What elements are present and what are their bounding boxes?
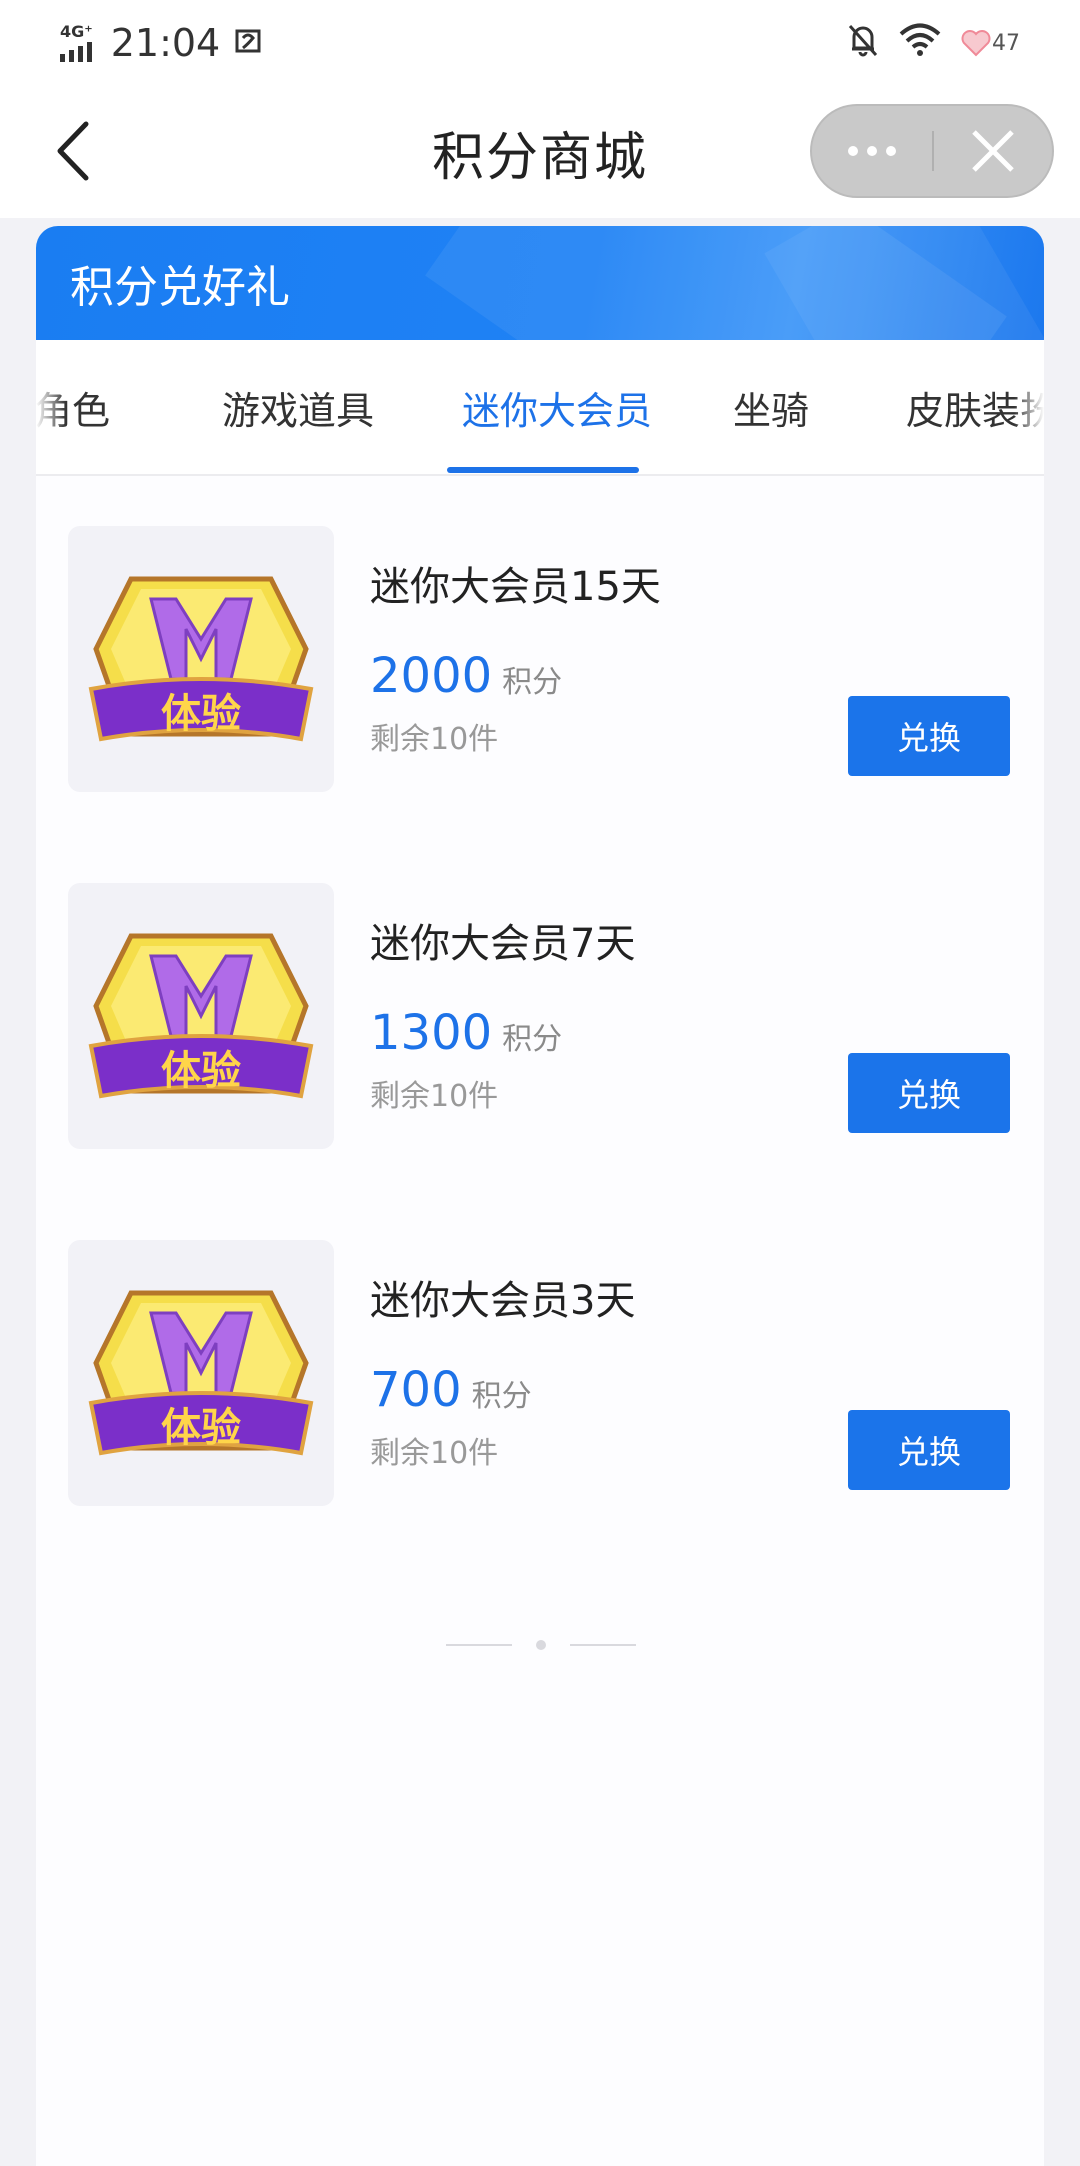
mini-program-capsule: [810, 104, 1054, 198]
price-value: 2000: [370, 648, 493, 704]
more-dots-icon: [848, 146, 896, 156]
signal-icon: 4G⁺: [60, 24, 93, 62]
tabs-fade-left: [36, 340, 66, 474]
product-image: 体验: [68, 883, 334, 1149]
product-price: 1300 积分: [370, 1005, 562, 1061]
product-name: 迷你大会员3天: [370, 1278, 636, 1324]
product-item[interactable]: 体验 迷你大会员7天 1300 积分 剩余10件 兑换: [36, 883, 1044, 1149]
vip-badge-icon: 体验: [88, 576, 314, 742]
status-left: 4G⁺ 21:04: [60, 21, 264, 65]
clock: 21:04: [110, 21, 221, 65]
price-unit: 积分: [502, 665, 563, 700]
product-stock: 剩余10件: [370, 722, 499, 757]
price-unit: 积分: [502, 1022, 563, 1057]
price-value: 700: [370, 1362, 462, 1418]
svg-text:体验: 体验: [161, 1048, 241, 1094]
tab-mounts[interactable]: 坐骑: [733, 380, 809, 435]
wifi-icon: [898, 23, 942, 63]
close-button[interactable]: [934, 106, 1052, 196]
price-unit: 积分: [471, 1379, 532, 1414]
vip-badge-icon: 体验: [88, 1290, 314, 1456]
mall-card: 积分兑好礼 角色 游戏道具 迷你大会员 坐骑 皮肤装扮 体验 迷你大会员15天 …: [36, 226, 1044, 2166]
battery-level: 47: [992, 30, 1020, 56]
product-name: 迷你大会员7天: [370, 921, 636, 967]
tab-mini-vip[interactable]: 迷你大会员: [462, 380, 652, 435]
product-price: 2000 积分: [370, 648, 562, 704]
bell-off-icon: [846, 22, 880, 64]
vip-badge-icon: 体验: [88, 933, 314, 1099]
product-stock: 剩余10件: [370, 1079, 499, 1114]
svg-text:体验: 体验: [161, 1405, 241, 1451]
chevron-left-icon: [57, 121, 89, 181]
category-tabs: 角色 游戏道具 迷你大会员 坐骑 皮肤装扮: [36, 340, 1044, 476]
redeem-button[interactable]: 兑换: [848, 1410, 1010, 1490]
tab-indicator: [447, 467, 639, 473]
redeem-button[interactable]: 兑换: [848, 696, 1010, 776]
product-stock: 剩余10件: [370, 1436, 499, 1471]
close-icon: [972, 130, 1014, 172]
banner: 积分兑好礼: [36, 226, 1044, 340]
screenshot-icon: [234, 21, 264, 65]
list-end-marker: [446, 1640, 636, 1650]
price-value: 1300: [370, 1005, 493, 1061]
status-right: 47: [846, 22, 1020, 64]
product-image: 体验: [68, 526, 334, 792]
page-title: 积分商城: [431, 127, 648, 188]
product-price: 700 积分: [370, 1362, 532, 1418]
status-bar: 4G⁺ 21:04 47: [0, 0, 1080, 86]
redeem-button[interactable]: 兑换: [848, 1053, 1010, 1133]
more-button[interactable]: [812, 106, 932, 196]
network-type: 4G⁺: [60, 22, 93, 41]
product-name: 迷你大会员15天: [370, 564, 661, 610]
tab-game-items[interactable]: 游戏道具: [222, 380, 374, 435]
back-button[interactable]: [50, 116, 110, 186]
svg-text:体验: 体验: [161, 691, 241, 737]
banner-title: 积分兑好礼: [70, 262, 290, 313]
product-image: 体验: [68, 1240, 334, 1506]
heart-battery-icon: 47: [960, 29, 1020, 57]
tabs-fade-right: [1014, 340, 1044, 474]
nav-bar: 积分商城: [0, 86, 1080, 218]
product-item[interactable]: 体验 迷你大会员15天 2000 积分 剩余10件 兑换: [36, 526, 1044, 792]
product-item[interactable]: 体验 迷你大会员3天 700 积分 剩余10件 兑换: [36, 1240, 1044, 1506]
